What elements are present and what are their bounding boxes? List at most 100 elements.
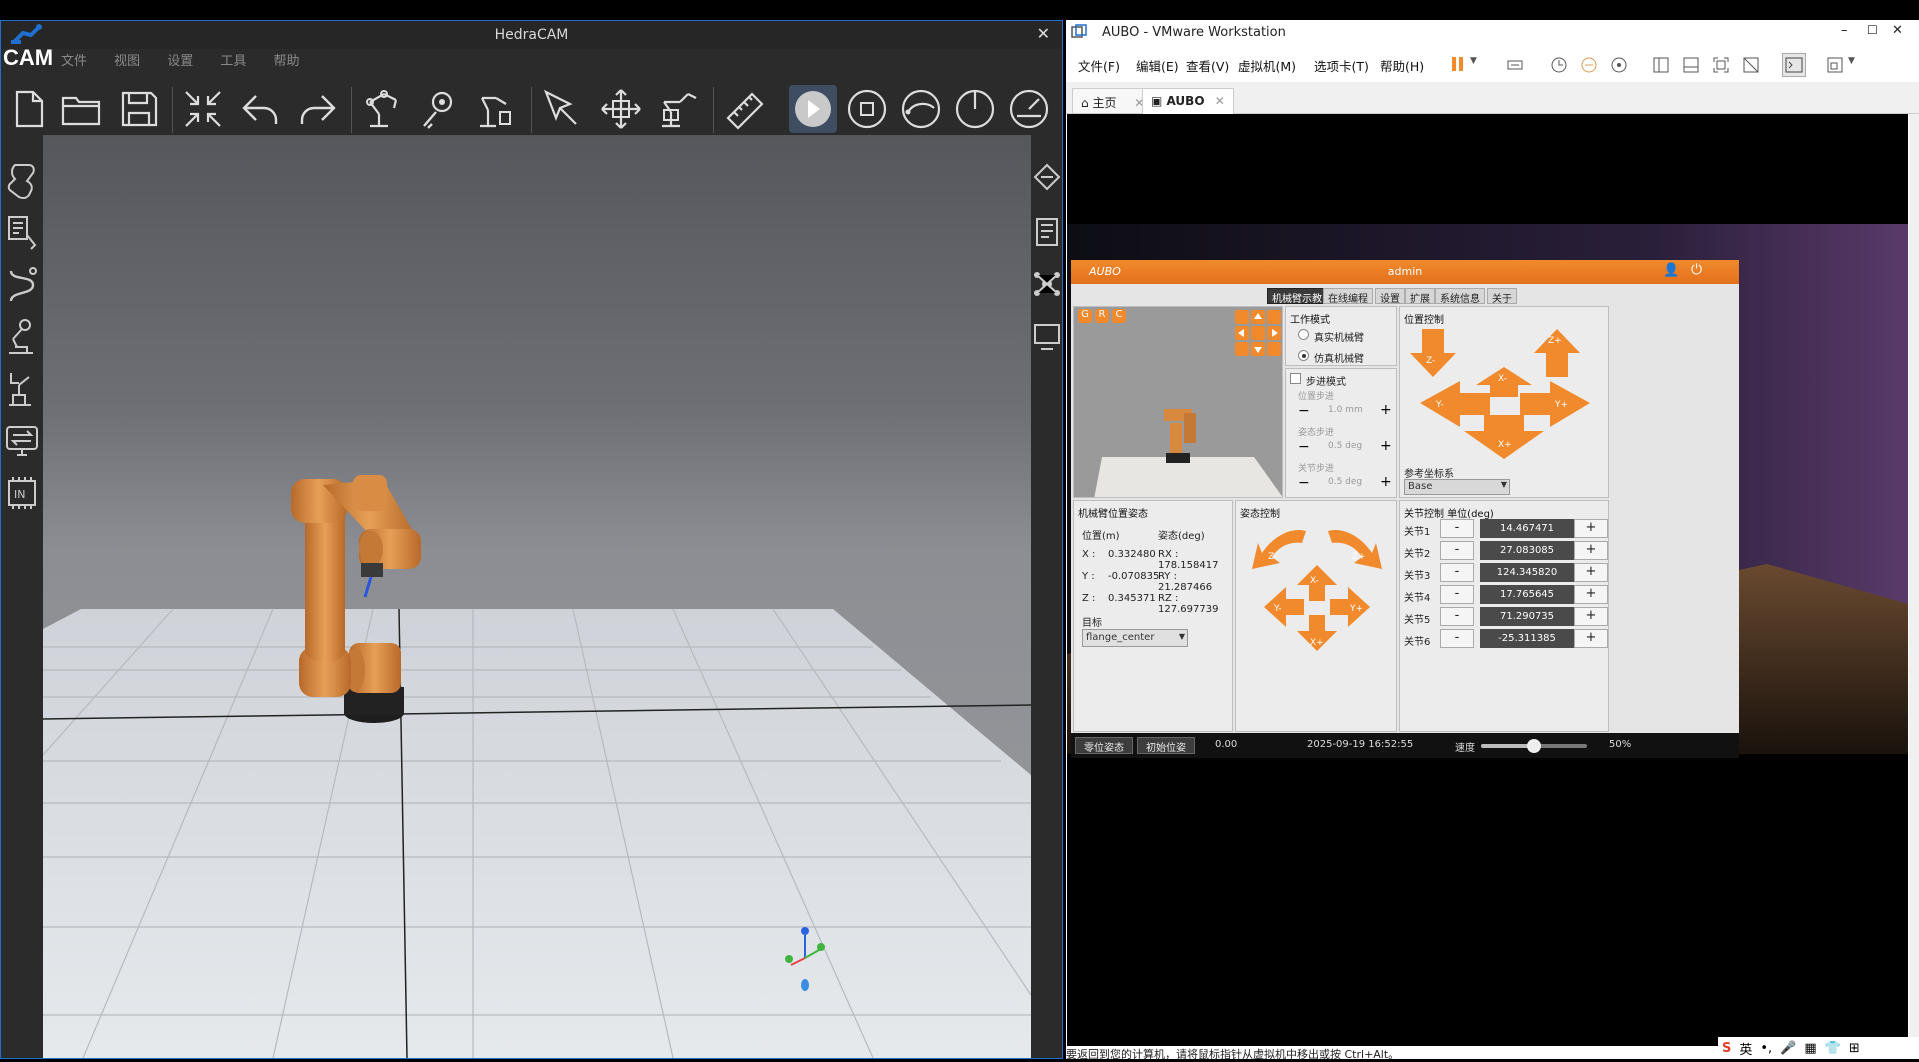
tab-teach[interactable]: 机械臂示教 <box>1267 288 1327 305</box>
fullscreen-icon[interactable] <box>1712 56 1730 74</box>
move-button[interactable] <box>597 85 645 133</box>
pose-step-minus[interactable]: − <box>1298 439 1310 455</box>
tab-aubo-close-icon[interactable]: ✕ <box>1215 94 1225 108</box>
init-pose-button[interactable]: 初始位姿 <box>1137 737 1195 754</box>
menu-tools[interactable]: 工具 <box>220 49 246 75</box>
robot-preview-panel[interactable]: G R C <box>1073 306 1283 498</box>
ref-frame-select[interactable]: Base ▼ <box>1404 479 1510 495</box>
robot-tool-2-button[interactable] <box>415 85 463 133</box>
sogou-logo-icon[interactable]: S <box>1722 1041 1731 1056</box>
grid-menu-icon[interactable]: ⊞ <box>1849 1041 1860 1056</box>
joint-6-plus-button[interactable]: + <box>1574 629 1608 648</box>
speed-slider[interactable] <box>1481 739 1587 753</box>
vm-display[interactable]: AUBO admin 👤 ⏻ 机械臂示教 在线编程 设置 扩展 系统信息 关于 … <box>1067 114 1908 1046</box>
speed-slider-thumb[interactable] <box>1527 739 1541 753</box>
tab-extend[interactable]: 扩展 <box>1405 288 1435 305</box>
redo-button[interactable] <box>293 85 341 133</box>
maximize-button[interactable]: ☐ <box>1867 23 1878 37</box>
step-mode-checkbox[interactable] <box>1290 373 1301 384</box>
sim-tool-2-button[interactable] <box>951 85 999 133</box>
menu-help[interactable]: 帮助 <box>273 49 299 75</box>
close-button[interactable]: ✕ <box>1892 23 1903 38</box>
microphone-icon[interactable]: 🎤 <box>1780 1041 1796 1056</box>
sidebar-item-input[interactable]: IN <box>4 471 40 515</box>
joint-3-minus-button[interactable]: - <box>1440 563 1474 582</box>
joint-6-minus-button[interactable]: - <box>1440 629 1474 648</box>
tab-system-info[interactable]: 系统信息 <box>1435 288 1485 305</box>
menu-help[interactable]: 帮助(H) <box>1380 56 1424 75</box>
sidebar-item-part[interactable] <box>4 159 40 203</box>
ime-punctuation[interactable]: •, <box>1760 1041 1772 1056</box>
user-icon[interactable]: 👤 <box>1663 263 1679 278</box>
minimize-button[interactable]: – <box>1841 23 1848 38</box>
camera-nav-pad[interactable] <box>1234 309 1282 357</box>
pose-step-plus[interactable]: + <box>1380 438 1392 454</box>
close-button[interactable]: ✕ <box>1037 24 1050 43</box>
target-select[interactable]: flange_center ▼ <box>1082 629 1188 647</box>
menu-file[interactable]: 文件(F) <box>1078 56 1120 75</box>
robot-tool-1-button[interactable] <box>359 85 407 133</box>
sidebar-toggle-icon[interactable] <box>1652 56 1670 74</box>
gauge-button[interactable] <box>1005 85 1053 133</box>
radio-sim-arm[interactable] <box>1298 350 1309 361</box>
menu-settings[interactable]: 设置 <box>167 49 193 75</box>
power-icon[interactable]: ⏻ <box>1691 262 1702 278</box>
display-button[interactable] <box>1033 317 1061 355</box>
position-step-minus[interactable]: − <box>1298 403 1310 419</box>
joint-2-plus-button[interactable]: + <box>1574 541 1608 560</box>
view-g-button[interactable]: G <box>1078 309 1092 323</box>
save-button[interactable] <box>115 85 163 133</box>
joint-step-minus[interactable]: − <box>1298 475 1310 491</box>
tab-settings[interactable]: 设置 <box>1375 288 1405 305</box>
tab-aubo[interactable]: ▣ AUBO ✕ <box>1142 88 1234 114</box>
thumbnail-bar-icon[interactable] <box>1682 56 1700 74</box>
radio-real-arm[interactable] <box>1298 329 1309 340</box>
sidebar-item-io[interactable] <box>4 419 40 463</box>
snapshot-manager-icon[interactable] <box>1610 56 1628 74</box>
joint-2-minus-button[interactable]: - <box>1440 541 1474 560</box>
network-button[interactable] <box>1033 265 1061 303</box>
sim-tool-1-button[interactable] <box>897 85 945 133</box>
menu-view[interactable]: 查看(V) <box>1186 56 1229 75</box>
sidebar-item-robot[interactable] <box>4 315 40 359</box>
menu-tabs[interactable]: 选项卡(T) <box>1314 56 1369 75</box>
joint-1-plus-button[interactable]: + <box>1574 519 1608 538</box>
open-folder-button[interactable] <box>57 85 105 133</box>
stop-button[interactable] <box>843 85 891 133</box>
joint-4-plus-button[interactable]: + <box>1574 585 1608 604</box>
sidebar-item-kinematics[interactable] <box>4 367 40 411</box>
menu-file[interactable]: 文件 <box>61 49 87 75</box>
menu-view[interactable]: 视图 <box>114 49 140 75</box>
joint-3-plus-button[interactable]: + <box>1574 563 1608 582</box>
snapshot-icon[interactable] <box>1550 56 1568 74</box>
view-r-button[interactable]: R <box>1095 309 1109 323</box>
robot-tool-3-button[interactable] <box>471 85 519 133</box>
joint-1-minus-button[interactable]: - <box>1440 519 1474 538</box>
stretch-guest-icon[interactable] <box>1826 56 1844 74</box>
pause-button[interactable] <box>1450 55 1466 73</box>
tab-about[interactable]: 关于 <box>1487 288 1517 305</box>
play-button[interactable] <box>789 85 837 133</box>
joint-5-plus-button[interactable]: + <box>1574 607 1608 626</box>
measure-button[interactable] <box>721 85 769 133</box>
revert-snapshot-icon[interactable] <box>1580 56 1598 74</box>
keyboard-icon[interactable]: ▦ <box>1804 1041 1816 1056</box>
stretch-dropdown-icon[interactable]: ▼ <box>1848 56 1855 66</box>
console-view-button[interactable] <box>1782 53 1806 77</box>
zero-pose-button[interactable]: 零位姿态 <box>1075 737 1133 754</box>
position-step-plus[interactable]: + <box>1380 402 1392 418</box>
ime-language[interactable]: 英 <box>1739 1039 1752 1058</box>
fit-view-button[interactable] <box>179 85 227 133</box>
3d-viewport[interactable] <box>43 135 1031 1058</box>
sidebar-item-path[interactable] <box>4 263 40 307</box>
joint-4-minus-button[interactable]: - <box>1440 585 1474 604</box>
view-orbit-button[interactable] <box>1033 161 1061 199</box>
select-button[interactable] <box>539 85 587 133</box>
send-keys-icon[interactable] <box>1506 56 1524 74</box>
tab-online-program[interactable]: 在线编程 <box>1323 288 1373 305</box>
view-c-button[interactable]: C <box>1112 309 1126 323</box>
skin-icon[interactable]: 👕 <box>1825 1041 1841 1056</box>
menu-vm[interactable]: 虚拟机(M) <box>1238 56 1296 75</box>
sidebar-item-program[interactable] <box>4 211 40 255</box>
joint-step-plus[interactable]: + <box>1380 474 1392 490</box>
